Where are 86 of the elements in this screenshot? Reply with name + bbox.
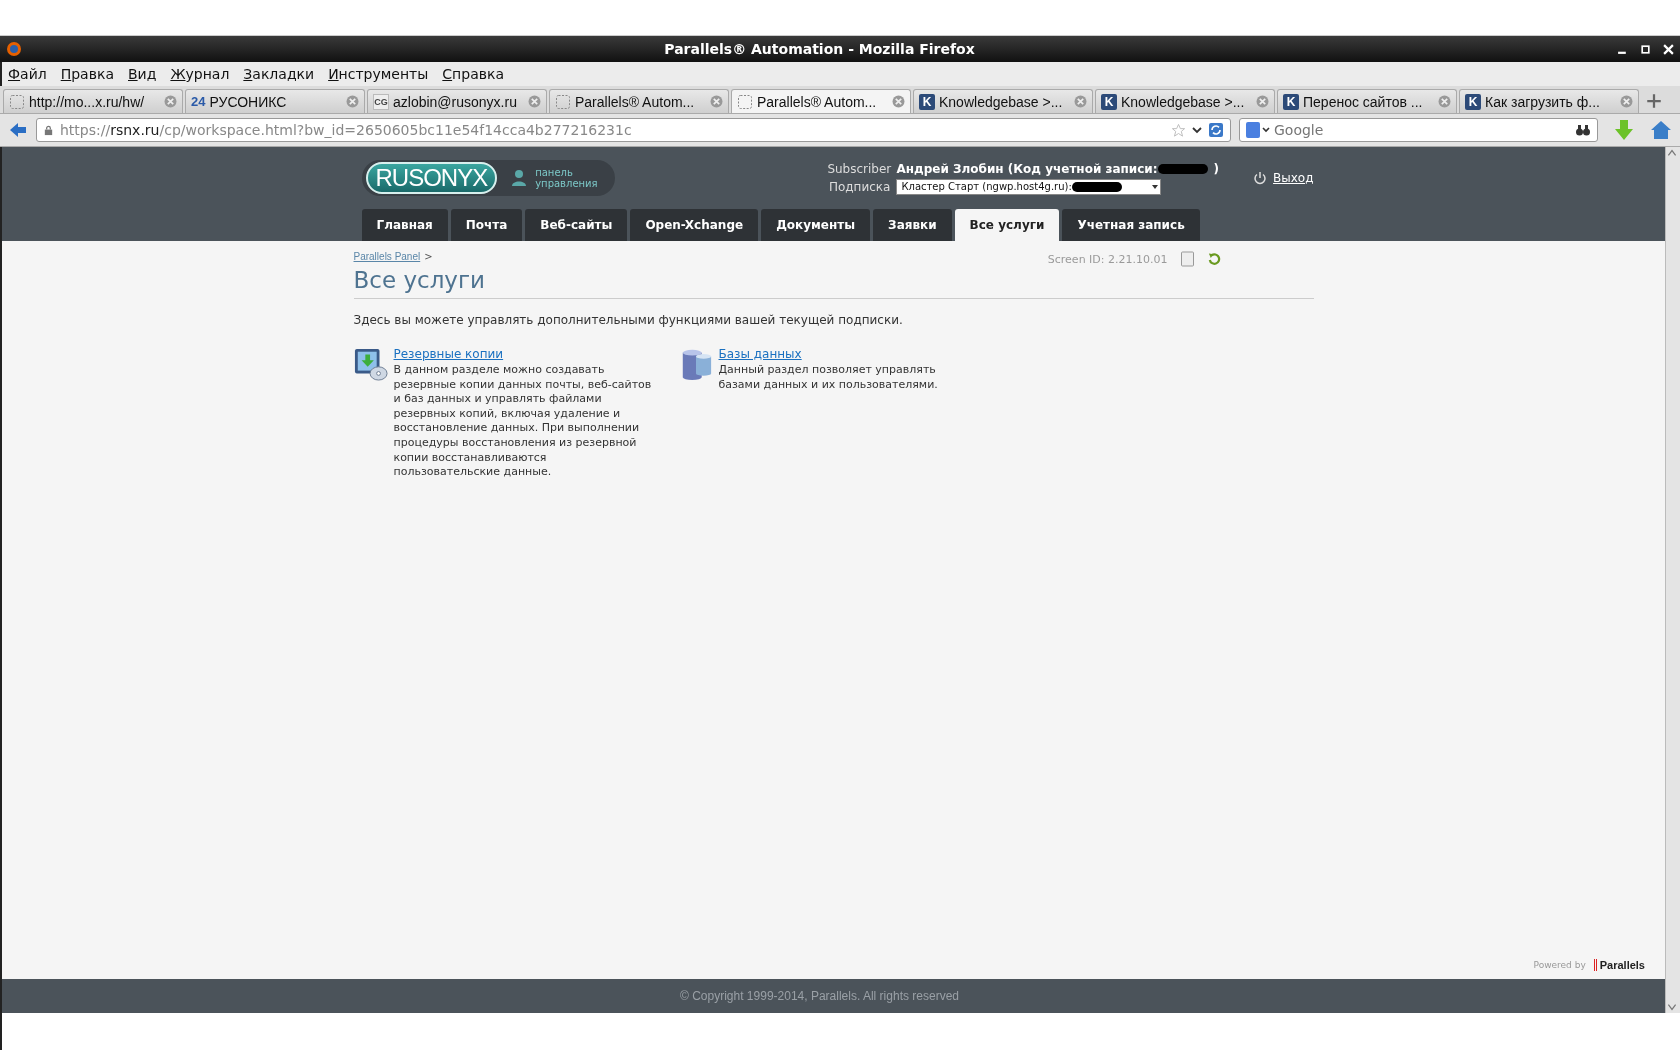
nav-tab[interactable]: Все услуги	[954, 209, 1060, 241]
page-title: Все услуги	[353, 267, 1314, 299]
page-icon	[737, 93, 753, 110]
menu-item[interactable]: Вид	[128, 66, 157, 82]
page-icon	[555, 93, 571, 110]
menu-item[interactable]: Справка	[442, 66, 504, 82]
site-logo: K	[919, 93, 935, 110]
subscriber-label: Subscriber	[827, 161, 891, 176]
site-logo: 24	[191, 93, 206, 110]
search-engine-icon[interactable]	[1246, 122, 1270, 138]
breadcrumb-separator: >	[424, 251, 433, 262]
tab-label: РУСОНИКС	[209, 93, 288, 110]
nav-tab[interactable]: Почта	[450, 209, 523, 241]
browser-tab[interactable]: 24 РУСОНИКС	[185, 89, 365, 113]
tab-label: azlobin@rusonyx.ru	[393, 93, 518, 110]
scrollbar[interactable]	[1665, 147, 1680, 1013]
tab-label: Parallels® Autom...	[757, 93, 878, 110]
browser-tab[interactable]: K Перенос сайтов ...	[1277, 89, 1457, 113]
menu-item[interactable]: Журнал	[170, 66, 230, 82]
refresh-icon[interactable]	[1206, 251, 1222, 267]
reload-icon[interactable]	[1208, 122, 1224, 138]
tab-label: Перенос сайтов ...	[1303, 93, 1424, 110]
backup-monitor-icon	[353, 347, 388, 381]
breadcrumb-link[interactable]: Parallels Panel	[353, 251, 421, 262]
search-field[interactable]: Google	[1239, 118, 1598, 142]
new-tab-icon[interactable]	[1645, 92, 1663, 110]
subscription-select[interactable]: Кластер Старт (ngwp.host4g.ru):	[896, 178, 1162, 195]
menu-item[interactable]: Файл	[8, 66, 47, 82]
powered-by-label: Powered by	[1533, 960, 1586, 970]
power-icon[interactable]	[1253, 171, 1268, 185]
browser-tab[interactable]: K Knowledgebase >...	[1095, 89, 1275, 113]
intro-text: Здесь вы можете управлять дополнительными функциями вашей текущей подписки.	[353, 313, 904, 327]
star-icon[interactable]	[1171, 122, 1186, 138]
tab-label: Как загрузить ф...	[1485, 93, 1601, 110]
logo-subtitle: панель управления	[535, 167, 596, 189]
logo-text: RUSONYX	[365, 162, 498, 194]
service-link[interactable]: Резервные копии	[393, 347, 504, 361]
site-logo: K	[1465, 93, 1481, 110]
back-arrow-icon[interactable]	[8, 120, 28, 140]
nav-tab[interactable]: Веб-сайты	[525, 209, 628, 241]
browser-tab[interactable]: K Knowledgebase >...	[913, 89, 1093, 113]
address-bar[interactable]: https://rsnx.ru/cp/workspace.html?bw_id=2650605bc11e54f14cca4b277216231c	[36, 118, 1231, 142]
dropdown-icon[interactable]	[1192, 125, 1202, 135]
menu-item[interactable]: Правка	[60, 66, 114, 82]
logout-link[interactable]: Выход	[1273, 171, 1314, 185]
browser-tab[interactable]: Parallels® Autom...	[731, 89, 911, 113]
menu-item[interactable]: Инструменты	[328, 66, 429, 82]
page-icon	[9, 93, 25, 110]
tab-label: Parallels® Autom...	[575, 93, 696, 110]
service-description: Данный раздел позволяет управлять базами данных и их пользователями.	[718, 363, 939, 393]
site-logo: K	[1101, 93, 1117, 110]
copyright-text: © Copyright 1999-2014, Parallels. All rights reserved	[680, 989, 959, 1003]
browser-tab[interactable]: CG azlobin@rusonyx.ru	[367, 89, 547, 113]
nav-tab[interactable]: Документы	[761, 209, 871, 241]
binoculars-icon[interactable]	[1575, 122, 1591, 138]
tab-label: http://mo...x.ru/hw/	[29, 93, 146, 110]
logo-panel[interactable]: RUSONYX панель управления	[361, 160, 616, 196]
page-icon[interactable]	[1179, 251, 1195, 267]
site-logo: CG	[373, 93, 389, 110]
lock-icon	[43, 124, 54, 136]
screen-id: Screen ID: 2.21.10.01	[1047, 252, 1168, 266]
nav-tab[interactable]: Open-Xchange	[630, 209, 759, 241]
maximize-icon[interactable]	[1640, 43, 1651, 55]
tab-label: Knowledgebase >...	[939, 93, 1064, 110]
nav-tab[interactable]: Учетная запись	[1062, 209, 1200, 241]
nav-tab[interactable]: Заявки	[873, 209, 952, 241]
user-icon	[511, 169, 528, 187]
redaction-mark	[1157, 163, 1208, 174]
service-description: В данном разделе можно создавать резервные копии данных почты, веб-сайтов и баз данных и управлять файлами резервных копий, включая удаление и восстановление данных. При выполнении процедуры восстановления из резервной копии восстанавливаются пользовательские данные.	[393, 363, 653, 480]
download-arrow-icon[interactable]	[1614, 119, 1634, 141]
site-logo: K	[1283, 93, 1299, 110]
url-text: https://rsnx.ru/cp/workspace.html?bw_id=2650605bc11e54f14cca4b277216231c	[60, 122, 633, 138]
browser-tab[interactable]: K Как загрузить ф...	[1459, 89, 1639, 113]
window-title: Parallels® Automation - Mozilla Firefox	[663, 41, 976, 57]
tab-label: Knowledgebase >...	[1121, 93, 1246, 110]
home-icon[interactable]	[1650, 120, 1672, 140]
nav-tab[interactable]: Главная	[361, 209, 448, 241]
subscriber-name: Андрей Злобин (Код учетной записи:	[896, 161, 1158, 176]
browser-tab[interactable]: http://mo...x.ru/hw/	[3, 89, 183, 113]
brand-logo: Parallels	[1593, 959, 1645, 971]
service-link[interactable]: Базы данных	[718, 347, 802, 361]
close-icon[interactable]	[1663, 43, 1674, 55]
menu-item[interactable]: Закладки	[243, 66, 315, 82]
browser-tab[interactable]: Parallels® Autom...	[549, 89, 729, 113]
subscription-label: Подписка	[827, 179, 891, 194]
subscriber-name-end: )	[1213, 161, 1220, 176]
